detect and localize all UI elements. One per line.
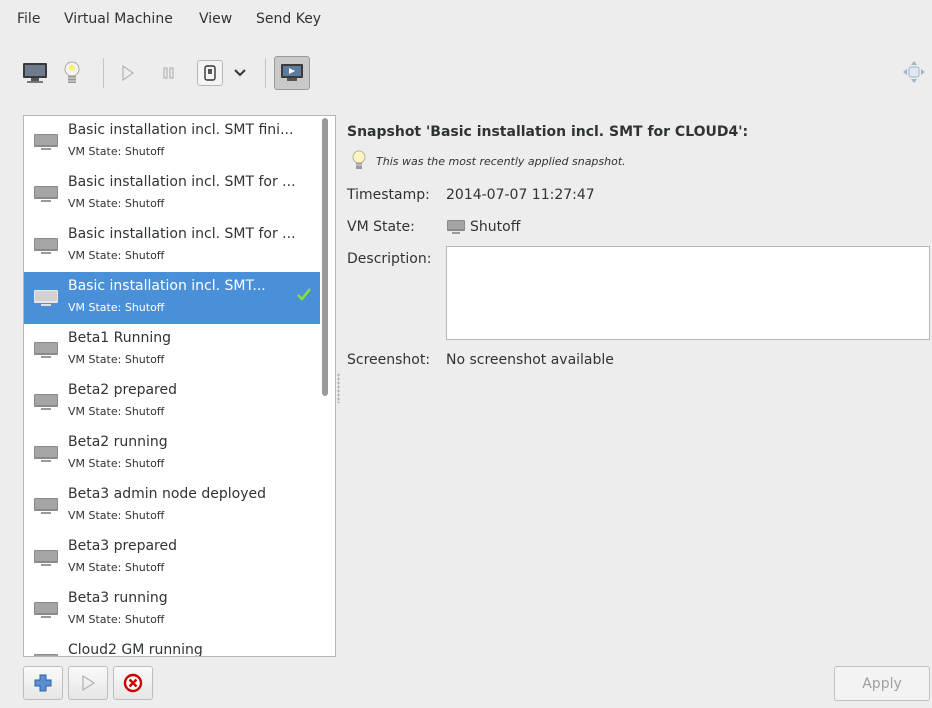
run-snapshot-icon — [82, 674, 96, 692]
vm-icon — [34, 602, 58, 618]
lightbulb-icon — [352, 150, 366, 169]
snapshot-state: VM State: Shutoff — [68, 353, 165, 366]
vm-icon — [34, 290, 58, 306]
snapshot-name: Beta3 running — [68, 590, 168, 606]
vm-icon — [34, 394, 58, 410]
vm-state-icon — [447, 220, 465, 234]
snapshot-name: Basic installation incl. SMT... — [68, 278, 266, 294]
snapshot-state: VM State: Shutoff — [68, 197, 165, 210]
snapshot-name: Basic installation incl. SMT for ... — [68, 226, 296, 242]
list-item[interactable]: Basic installation incl. SMT fini... VM … — [24, 116, 320, 168]
snapshot-state: VM State: Shutoff — [68, 457, 165, 470]
description-field[interactable] — [446, 246, 930, 340]
vm-state-label: VM State: — [347, 219, 415, 235]
vm-state-value: Shutoff — [470, 219, 521, 235]
run-icon[interactable] — [118, 62, 138, 84]
recent-snapshot-note: This was the most recently applied snaps… — [376, 155, 626, 168]
snapshot-state: VM State: Shutoff — [68, 249, 165, 262]
snapshot-state: VM State: Shutoff — [68, 405, 165, 418]
list-item[interactable]: Basic installation incl. SMT for ... VM … — [24, 168, 320, 220]
toolbar — [0, 48, 932, 96]
snapshot-name: Beta3 prepared — [68, 538, 178, 554]
menu-bar: File Virtual Machine View Send Key — [0, 0, 932, 40]
snapshot-name: Basic installation incl. SMT fini... — [68, 122, 294, 138]
list-item[interactable]: Beta1 Running VM State: Shutoff — [24, 324, 320, 376]
snapshot-title: Snapshot 'Basic installation incl. SMT f… — [347, 124, 749, 140]
pane-resize-handle[interactable] — [337, 373, 340, 403]
vm-icon — [34, 446, 58, 462]
add-snapshot-button[interactable] — [23, 666, 63, 700]
shutdown-icon[interactable] — [197, 60, 223, 86]
shutdown-dropdown-icon[interactable] — [232, 64, 248, 82]
list-item[interactable]: Beta3 running VM State: Shutoff — [24, 584, 320, 636]
vm-icon — [34, 238, 58, 254]
snapshot-name: Beta1 Running — [68, 330, 172, 346]
list-item[interactable]: Beta3 prepared VM State: Shutoff — [24, 532, 320, 584]
snapshot-name: Cloud2 GM running — [68, 642, 203, 657]
list-item-selected[interactable]: Basic installation incl. SMT... VM State… — [24, 272, 320, 324]
description-label: Description: — [347, 251, 432, 267]
menu-virtual-machine[interactable]: Virtual Machine — [64, 11, 173, 27]
vm-icon — [34, 342, 58, 358]
console-icon[interactable] — [20, 60, 50, 86]
run-snapshot-button[interactable] — [68, 666, 108, 700]
resize-icon[interactable] — [902, 60, 926, 84]
timestamp-label: Timestamp: — [347, 187, 430, 203]
vm-icon — [34, 550, 58, 566]
menu-send-key[interactable]: Send Key — [256, 11, 321, 27]
snapshot-name: Basic installation incl. SMT for ... — [68, 174, 296, 190]
snapshot-state: VM State: Shutoff — [68, 561, 165, 574]
vm-icon — [34, 654, 58, 656]
snapshot-name: Beta3 admin node deployed — [68, 486, 266, 502]
vm-icon — [34, 186, 58, 202]
menu-view[interactable]: View — [199, 11, 232, 27]
list-item[interactable]: Basic installation incl. SMT for ... VM … — [24, 220, 320, 272]
screenshot-label: Screenshot: — [347, 352, 431, 368]
delete-snapshot-icon — [123, 673, 143, 693]
snapshot-name: Beta2 running — [68, 434, 168, 450]
vm-icon — [34, 498, 58, 514]
snapshot-state: VM State: Shutoff — [68, 145, 165, 158]
list-item[interactable]: Beta3 admin node deployed VM State: Shut… — [24, 480, 320, 532]
pause-icon[interactable] — [159, 62, 179, 84]
snapshot-state: VM State: Shutoff — [68, 509, 165, 522]
list-item[interactable]: Beta2 running VM State: Shutoff — [24, 428, 320, 480]
list-scrollbar[interactable] — [322, 118, 328, 396]
details-lightbulb-icon[interactable] — [60, 58, 84, 88]
snapshots-icon[interactable] — [274, 56, 310, 90]
menu-file[interactable]: File — [17, 11, 40, 27]
list-item[interactable]: Cloud2 GM running — [24, 636, 320, 657]
current-snapshot-check-icon — [297, 288, 311, 301]
snapshot-list[interactable]: Basic installation incl. SMT fini... VM … — [23, 115, 336, 657]
list-item[interactable]: Beta2 prepared VM State: Shutoff — [24, 376, 320, 428]
timestamp-value: 2014-07-07 11:27:47 — [446, 187, 595, 203]
apply-button[interactable]: Apply — [834, 666, 930, 701]
delete-snapshot-button[interactable] — [113, 666, 153, 700]
add-snapshot-icon — [34, 674, 52, 692]
screenshot-value: No screenshot available — [446, 352, 614, 368]
vm-icon — [34, 134, 58, 150]
snapshot-state: VM State: Shutoff — [68, 613, 165, 626]
snapshot-state: VM State: Shutoff — [68, 301, 165, 314]
snapshot-name: Beta2 prepared — [68, 382, 178, 398]
